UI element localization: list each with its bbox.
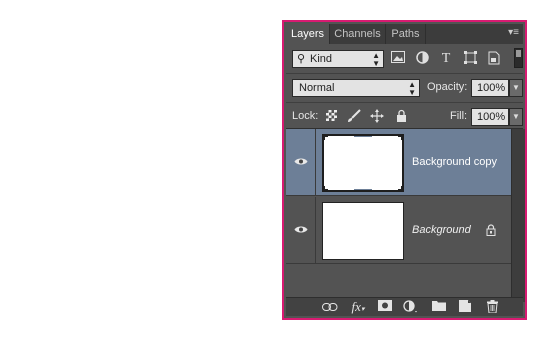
fill-label: Fill:	[450, 110, 468, 122]
layer-lock-icon	[486, 224, 498, 237]
opacity-label: Opacity:	[427, 81, 468, 93]
select-arrows-icon: ▲ ▼	[372, 51, 380, 68]
layer-name[interactable]: Background	[412, 224, 471, 236]
link-layers-icon[interactable]	[322, 300, 338, 314]
divider	[286, 102, 523, 103]
tab-paths[interactable]: Paths	[386, 24, 426, 44]
layers-bottom-toolbar: fx▾	[286, 297, 523, 316]
tab-channels[interactable]: Channels	[330, 24, 386, 44]
eye-icon[interactable]	[294, 157, 308, 166]
fill-dropdown-button[interactable]: ▼	[509, 108, 523, 126]
layer-thumbnail[interactable]	[322, 134, 404, 192]
shape-layer-filter-icon[interactable]	[462, 51, 478, 67]
filter-toggle-switch[interactable]	[514, 48, 523, 68]
lock-label: Lock:	[292, 110, 319, 122]
search-icon: ⚲	[297, 53, 306, 65]
lock-position-icon[interactable]	[370, 109, 384, 123]
fill-field[interactable]: 100%	[471, 108, 509, 126]
visibility-cell[interactable]	[286, 197, 316, 263]
divider	[286, 73, 523, 74]
type-layer-filter-icon[interactable]: T	[438, 51, 454, 67]
smart-object-filter-icon[interactable]	[486, 51, 502, 67]
layer-row-background-copy[interactable]: Background copy	[286, 129, 511, 196]
lock-image-pixels-icon[interactable]	[347, 109, 361, 123]
blend-mode-value: Normal	[299, 82, 335, 94]
new-group-icon[interactable]	[431, 300, 447, 314]
tab-bar: Layers Channels Paths ▾≡	[286, 24, 523, 44]
pixel-layer-filter-icon[interactable]	[390, 51, 406, 67]
tab-layers[interactable]: Layers	[286, 24, 330, 44]
layers-panel-frame: Layers Channels Paths ▾≡ ⚲ Kind ▲ ▼ T Nor…	[282, 20, 527, 320]
add-mask-icon[interactable]	[377, 300, 393, 314]
blend-mode-select[interactable]: Normal ▲ ▼	[292, 79, 420, 97]
layers-panel: Layers Channels Paths ▾≡ ⚲ Kind ▲ ▼ T Nor…	[286, 24, 525, 316]
panel-menu-icon[interactable]: ▾≡	[505, 27, 519, 39]
filter-kind-value: Kind	[310, 53, 333, 65]
layer-name[interactable]: Background copy	[412, 156, 497, 168]
opacity-field[interactable]: 100%	[471, 79, 509, 97]
adjustment-layer-icon[interactable]	[403, 300, 419, 314]
delete-icon[interactable]	[484, 300, 500, 314]
layer-thumbnail[interactable]	[322, 202, 404, 260]
opacity-dropdown-button[interactable]: ▼	[509, 79, 523, 97]
fx-icon[interactable]: fx▾	[350, 300, 366, 314]
filter-kind-select[interactable]: ⚲ Kind ▲ ▼	[292, 50, 384, 68]
visibility-cell[interactable]	[286, 129, 316, 195]
layers-scrollbar[interactable]	[511, 129, 525, 302]
layers-list: Background copy Background	[286, 129, 511, 302]
select-arrows-icon: ▲ ▼	[408, 80, 416, 97]
layer-row-background[interactable]: Background	[286, 197, 511, 264]
selection-brackets-icon	[324, 136, 402, 190]
lock-all-icon[interactable]	[394, 109, 408, 123]
eye-icon[interactable]	[294, 225, 308, 234]
new-layer-icon[interactable]	[457, 300, 473, 314]
adjustment-layer-filter-icon[interactable]	[414, 51, 430, 67]
lock-transparent-pixels-icon[interactable]	[326, 110, 337, 121]
